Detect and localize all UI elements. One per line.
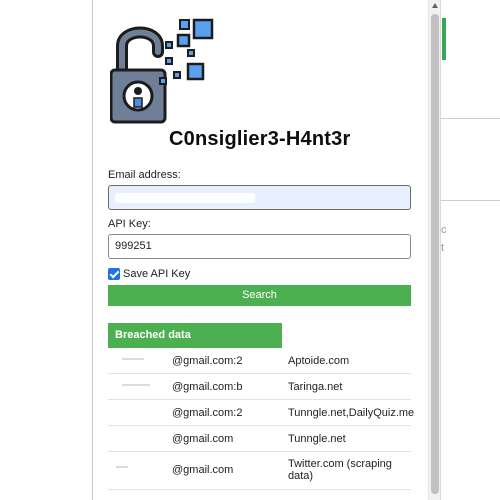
redacted-text (161, 241, 241, 253)
breached-data-header: Breached data (108, 323, 282, 348)
row-site: Taringa.net (288, 381, 343, 393)
background-fragment: t (441, 242, 445, 254)
row-site: Tunngle.net (288, 433, 346, 445)
row-email: @gmail.com:b (172, 381, 243, 393)
row-email: @gmail.com:2 (172, 355, 243, 367)
background-fragment: c (441, 224, 447, 236)
redacted-text (122, 384, 150, 386)
email-label: Email address: (108, 169, 181, 181)
popup-scrollbar[interactable] (428, 0, 440, 500)
row-site: Aptoide.com (288, 355, 350, 367)
table-row: @gmail.com:2 Tunngle.net,DailyQuiz.me (108, 400, 415, 426)
background-page-left (0, 0, 92, 500)
save-api-key-label: Save API Key (123, 268, 191, 280)
scrollbar-thumb[interactable] (431, 14, 439, 494)
redacted-text (115, 193, 255, 203)
search-button[interactable]: Search (108, 285, 411, 306)
save-api-key-option[interactable]: Save API Key (108, 266, 190, 282)
background-page-right: c t (440, 0, 500, 500)
page-title: C0nsiglier3-H4nt3r (169, 128, 351, 150)
background-divider (441, 200, 500, 201)
unlocked-padlock-icon (110, 18, 214, 124)
row-email: @gmail.com (172, 464, 234, 476)
table-row: @gmail.com:2 Aptoide.com (108, 348, 411, 374)
table-row: @gmail.com Twitter.com (scraping data) (108, 452, 411, 490)
row-email: @gmail.com (172, 433, 234, 445)
api-key-field[interactable]: 999251 (108, 234, 411, 259)
table-row: @gmail.com:b Taringa.net (108, 374, 411, 400)
api-key-label: API Key: (108, 218, 151, 230)
save-api-key-checkbox[interactable] (108, 268, 120, 280)
email-field[interactable] (108, 185, 411, 210)
row-site: Twitter.com (scraping data) (288, 458, 392, 482)
row-site: Tunngle.net,DailyQuiz.me (288, 407, 415, 419)
row-email: @gmail.com:2 (172, 407, 243, 419)
redacted-text (122, 358, 144, 360)
breaches-table: @gmail.com:2 Aptoide.com @gmail.com:b Ta… (108, 348, 415, 490)
scroll-up-arrow-icon[interactable] (432, 3, 438, 8)
redacted-text (116, 466, 128, 468)
extension-popup: C0nsiglier3-H4nt3r Email address: API Ke… (92, 0, 428, 500)
api-key-value: 999251 (115, 240, 152, 252)
table-row: @gmail.com Tunngle.net (108, 426, 411, 452)
background-divider (441, 118, 500, 119)
background-accent-strip (442, 18, 446, 60)
